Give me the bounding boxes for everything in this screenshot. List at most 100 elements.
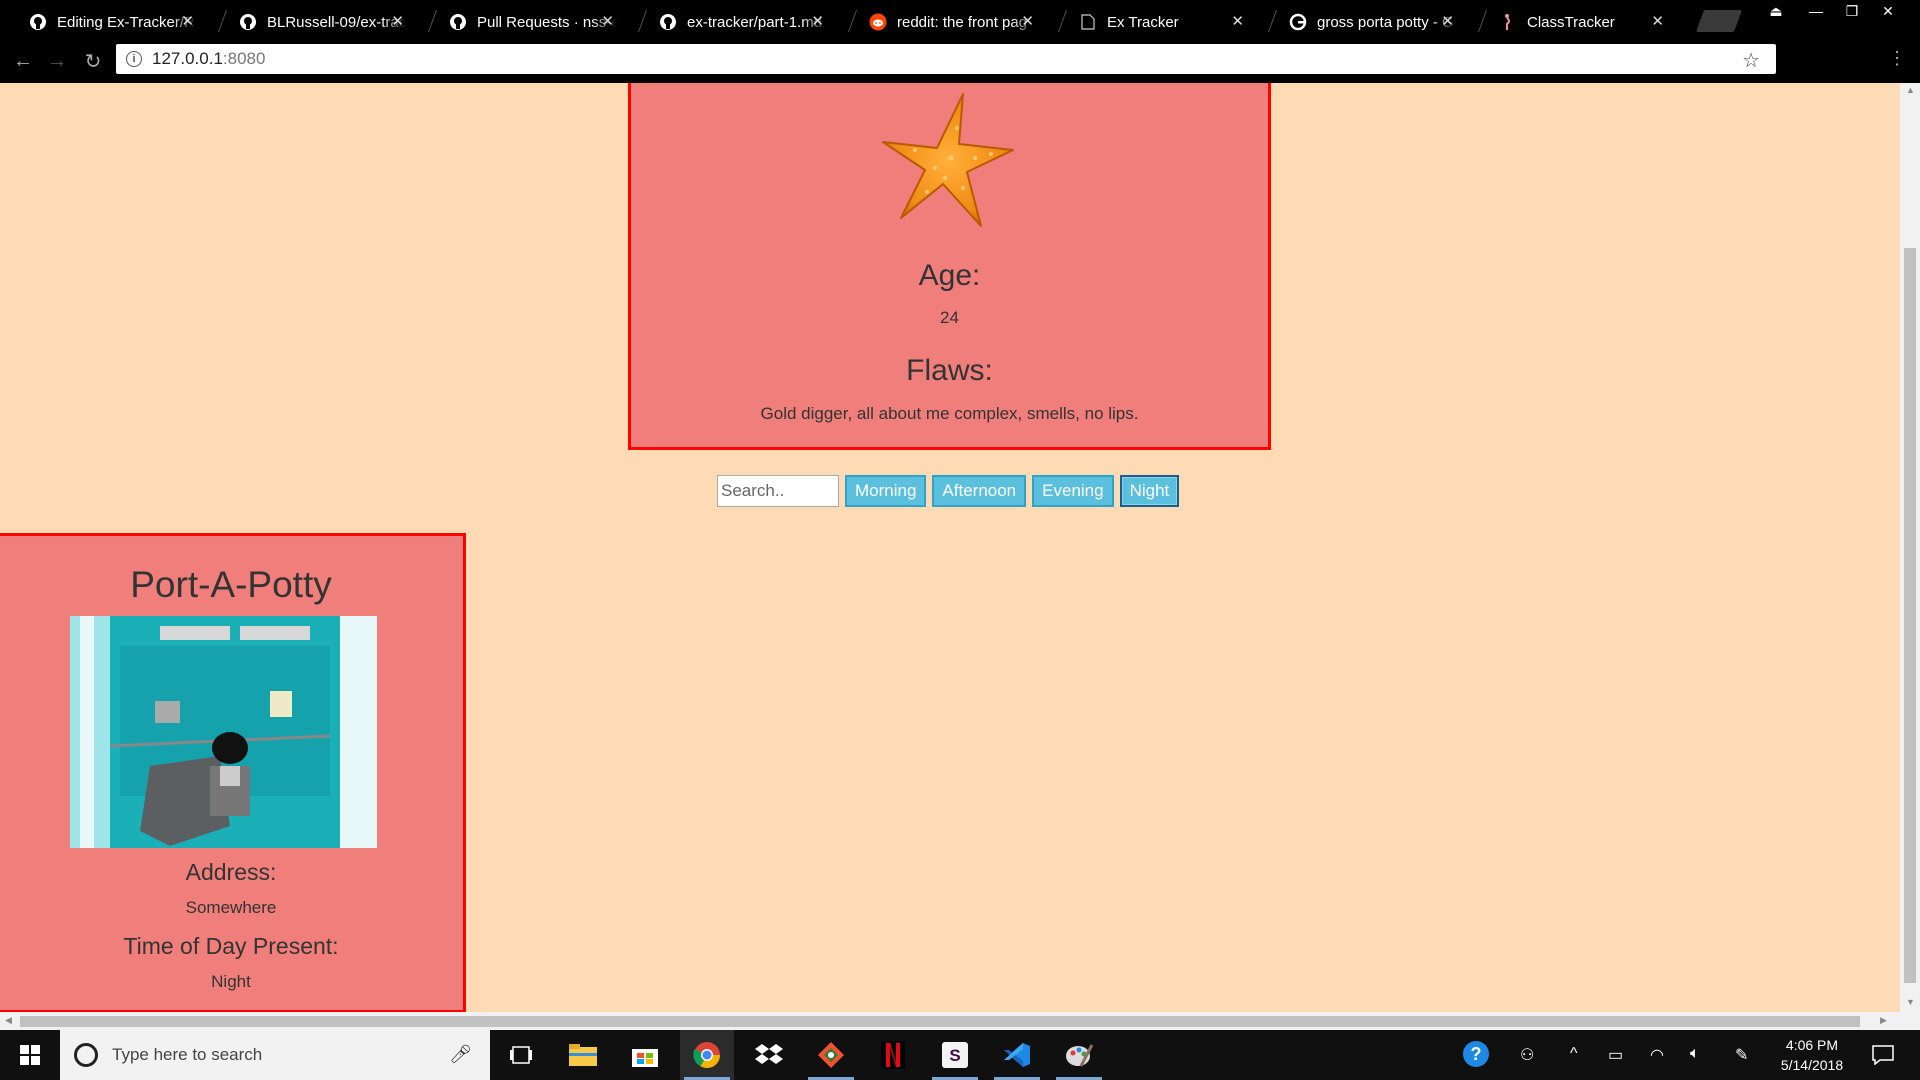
flaws-heading: Flaws: xyxy=(906,354,993,387)
morning-button[interactable]: Morning xyxy=(845,475,927,507)
close-icon[interactable]: ✕ xyxy=(1441,12,1454,30)
windows-taskbar: Type here to search 🎤︎ S ? ⚇ ^ ▭ ◠ 🔈︎ ✎ … xyxy=(0,1030,1920,1080)
github-icon xyxy=(238,12,258,32)
scroll-left-icon[interactable]: ◀ xyxy=(5,1015,12,1026)
close-icon[interactable]: ✕ xyxy=(181,12,194,30)
address-bar[interactable]: i 127.0.0.1:8080 ☆ xyxy=(116,44,1776,74)
action-center-icon[interactable] xyxy=(1872,1045,1894,1070)
tab-title: Pull Requests · nss-e xyxy=(477,13,617,31)
tab-title: Ex Tracker xyxy=(1107,13,1179,31)
cortana-icon xyxy=(74,1043,98,1067)
close-icon[interactable]: ✕ xyxy=(1231,12,1244,30)
afternoon-button[interactable]: Afternoon xyxy=(932,475,1027,507)
restore-button[interactable]: ❐ xyxy=(1836,0,1868,22)
vertical-scrollbar[interactable]: ▲ ▼ xyxy=(1900,83,1920,1012)
people-icon[interactable]: ⚇ xyxy=(1520,1045,1534,1065)
back-icon[interactable]: ← xyxy=(10,48,36,74)
close-icon[interactable]: ✕ xyxy=(601,12,614,30)
tab-title: gross porta potty - G xyxy=(1317,13,1454,31)
bookmark-star-icon[interactable]: ☆ xyxy=(1742,48,1760,73)
tab-title: Editing Ex-Tracker/R xyxy=(57,13,195,31)
task-view-icon[interactable] xyxy=(494,1030,548,1080)
slack-icon[interactable]: S xyxy=(928,1030,982,1080)
evening-button[interactable]: Evening xyxy=(1032,475,1114,507)
time-heading: Time of Day Present: xyxy=(123,933,339,959)
tab-title: BLRussell-09/ex-trac xyxy=(267,13,407,31)
age-value: 24 xyxy=(940,308,959,327)
tab-blrussell-repo[interactable]: BLRussell-09/ex-trac ✕ xyxy=(210,4,420,40)
tab-title: ex-tracker/part-1.md xyxy=(687,13,823,31)
horizontal-scrollbar[interactable]: ◀ ▶ xyxy=(0,1012,1920,1030)
tab-ex-tracker[interactable]: Ex Tracker ✕ xyxy=(1050,4,1260,40)
vscode-icon[interactable] xyxy=(990,1030,1044,1080)
flaws-value: Gold digger, all about me complex, smell… xyxy=(760,404,1139,423)
github-icon xyxy=(658,12,678,32)
git-kraken-icon[interactable] xyxy=(804,1030,858,1080)
system-clock[interactable]: 4:06 PM 5/14/2018 xyxy=(1762,1035,1862,1075)
time-value: Night xyxy=(211,972,251,991)
chevron-up-icon[interactable]: ^ xyxy=(1570,1045,1578,1063)
battery-icon[interactable]: ▭ xyxy=(1608,1045,1623,1065)
close-window-button[interactable]: ✕ xyxy=(1872,0,1904,22)
close-icon[interactable]: ✕ xyxy=(1651,12,1664,30)
address-value: Somewhere xyxy=(185,898,277,917)
new-tab-button[interactable] xyxy=(1695,10,1743,32)
search-input[interactable] xyxy=(717,475,839,507)
clock-time: 4:06 PM xyxy=(1785,1037,1839,1053)
tab-editing-ex-tracker[interactable]: Editing Ex-Tracker/R ✕ xyxy=(0,4,210,40)
address-host: 127.0.0.1 xyxy=(152,49,223,68)
location-title: Port-A-Potty xyxy=(130,564,332,605)
windows-start-icon[interactable] xyxy=(0,1030,60,1080)
minimize-button[interactable]: — xyxy=(1800,0,1832,22)
flamingo-icon xyxy=(1498,12,1518,32)
scrollbar-thumb[interactable] xyxy=(20,1016,1860,1027)
chrome-icon[interactable] xyxy=(680,1030,734,1080)
paint-icon[interactable] xyxy=(1052,1030,1106,1080)
reddit-icon xyxy=(868,12,888,32)
help-icon[interactable]: ? xyxy=(1462,1040,1490,1073)
close-icon[interactable]: ✕ xyxy=(391,12,404,30)
svg-text:S: S xyxy=(949,1046,960,1065)
scroll-down-icon[interactable]: ▼ xyxy=(1906,997,1915,1007)
store-icon[interactable] xyxy=(618,1030,672,1080)
wifi-icon[interactable]: ◠ xyxy=(1650,1045,1664,1065)
microphone-icon[interactable]: 🎤︎ xyxy=(449,1044,472,1065)
pen-icon[interactable]: ✎ xyxy=(1735,1045,1748,1065)
page-icon xyxy=(1078,12,1098,32)
github-icon xyxy=(28,12,48,32)
tab-pull-requests[interactable]: Pull Requests · nss-e ✕ xyxy=(420,4,630,40)
tab-classtracker[interactable]: ClassTracker ✕ xyxy=(1470,4,1680,40)
tab-title: ClassTracker xyxy=(1527,13,1615,31)
address-port: :8080 xyxy=(222,49,266,68)
dropbox-icon[interactable] xyxy=(742,1030,796,1080)
tab-part-1-md[interactable]: ex-tracker/part-1.md ✕ xyxy=(630,4,840,40)
taskbar-search-placeholder: Type here to search xyxy=(112,1045,263,1064)
info-icon[interactable]: i xyxy=(126,51,142,67)
porta-potty-image xyxy=(70,616,377,848)
time-filter-bar: Morning Afternoon Evening Night xyxy=(717,475,1180,507)
volume-muted-icon[interactable]: 🔈︎ xyxy=(1690,1045,1700,1063)
github-icon xyxy=(448,12,468,32)
location-card: Port-A-Potty Address: Somewhere Time of … xyxy=(0,533,466,1012)
chrome-menu-icon[interactable]: ⋮ xyxy=(1888,48,1906,69)
ex-card: Age: 24 Flaws: Gold digger, all about me… xyxy=(628,83,1271,450)
close-icon[interactable]: ✕ xyxy=(1021,12,1034,30)
close-icon[interactable]: ✕ xyxy=(811,12,824,30)
profile-icon[interactable]: ⏏ xyxy=(1760,0,1792,22)
tab-reddit[interactable]: reddit: the front pag ✕ xyxy=(840,4,1050,40)
tab-google-search[interactable]: gross porta potty - G ✕ xyxy=(1260,4,1470,40)
netflix-icon[interactable] xyxy=(866,1030,920,1080)
scrollbar-thumb[interactable] xyxy=(1904,248,1916,983)
reload-icon[interactable]: ↻ xyxy=(80,48,106,74)
night-button[interactable]: Night xyxy=(1119,475,1180,507)
file-explorer-icon[interactable] xyxy=(556,1030,610,1080)
forward-icon[interactable]: → xyxy=(44,48,70,74)
scroll-up-icon[interactable]: ▲ xyxy=(1906,85,1915,95)
google-icon xyxy=(1288,12,1308,32)
taskbar-search-box[interactable]: Type here to search 🎤︎ xyxy=(60,1030,490,1080)
page-viewport: Age: 24 Flaws: Gold digger, all about me… xyxy=(0,83,1900,1012)
clock-date: 5/14/2018 xyxy=(1780,1057,1844,1073)
age-heading: Age: xyxy=(918,259,981,292)
svg-text:?: ? xyxy=(1471,1044,1482,1064)
scroll-right-icon[interactable]: ▶ xyxy=(1880,1015,1887,1026)
